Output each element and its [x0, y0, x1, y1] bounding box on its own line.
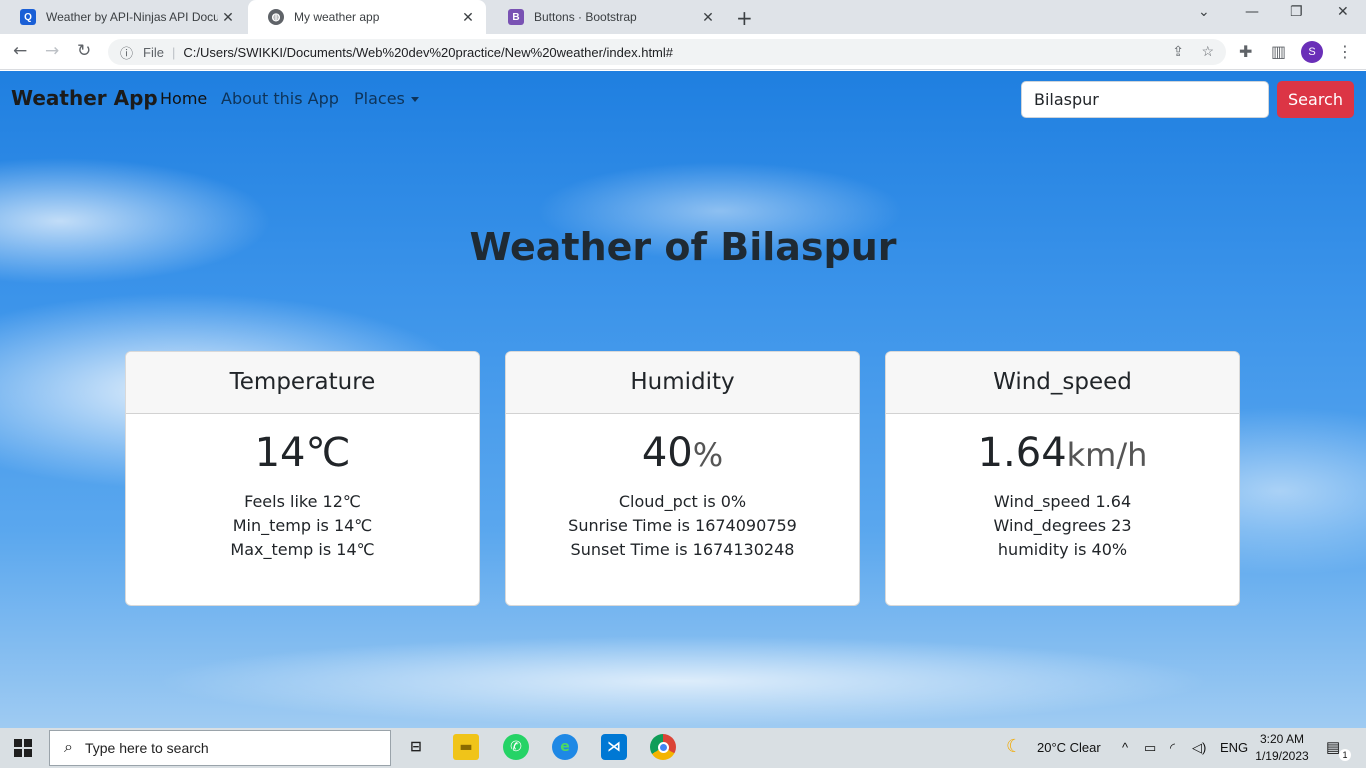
- tab-api-ninjas[interactable]: Q Weather by API-Ninjas API Docum ✕: [0, 0, 246, 34]
- navbar: Weather App Home About this App Places S…: [0, 71, 1366, 126]
- clock-date: 1/19/2023: [1255, 749, 1309, 763]
- back-icon[interactable]: ←: [13, 41, 27, 61]
- card-details: Wind_speed 1.64 Wind_degrees 23 humidity…: [886, 490, 1239, 562]
- search-button[interactable]: Search: [1277, 81, 1354, 118]
- chevron-up-icon[interactable]: ^: [1122, 740, 1128, 755]
- card-value: 14℃: [126, 430, 479, 476]
- clock-time: 3:20 AM: [1259, 732, 1305, 746]
- api-ninjas-icon: Q: [20, 9, 36, 25]
- notification-count-badge: 1: [1339, 749, 1351, 761]
- close-tab-icon[interactable]: ✕: [458, 9, 478, 26]
- search-icon: ⌕: [64, 739, 73, 756]
- wind-speed-value: 1.64: [977, 430, 1067, 476]
- close-window-icon[interactable]: ✕: [1337, 4, 1349, 20]
- address-bar-row: ← → ↻ ⓘ File | C:/Users/SWIKKI/Documents…: [0, 34, 1366, 70]
- minimize-icon[interactable]: —: [1245, 4, 1259, 20]
- profile-avatar[interactable]: S: [1301, 41, 1323, 63]
- chrome-center: [657, 741, 669, 753]
- nav-home[interactable]: Home: [160, 89, 207, 108]
- nav-about[interactable]: About this App: [221, 89, 339, 108]
- side-panel-icon[interactable]: ▥: [1271, 42, 1286, 61]
- wind-speed-unit: km/h: [1066, 436, 1148, 474]
- divider: |: [171, 44, 176, 60]
- taskbar: ⌕ Type here to search ⊟ ▬ ✆ e ⋊ ☾ 20°C C…: [0, 728, 1366, 768]
- share-icon[interactable]: ⇪: [1172, 43, 1184, 60]
- humidity-value: 40: [641, 430, 693, 476]
- reload-icon[interactable]: ↻: [77, 41, 91, 61]
- wifi-icon[interactable]: ◜: [1170, 740, 1175, 756]
- card-details: Cloud_pct is 0% Sunrise Time is 16740907…: [506, 490, 859, 562]
- tab-title: My weather app: [294, 10, 380, 24]
- tab-title: Buttons · Bootstrap: [534, 10, 637, 24]
- detail-line: Sunset Time is 1674130248: [570, 540, 795, 559]
- detail-line: Feels like 12℃: [244, 492, 361, 511]
- weather-page: Weather App Home About this App Places S…: [0, 71, 1366, 728]
- taskbar-search-placeholder: Type here to search: [84, 740, 209, 756]
- windows-start-icon[interactable]: [14, 739, 32, 757]
- moon-weather-icon[interactable]: ☾: [1006, 736, 1022, 757]
- edge-icon[interactable]: e: [552, 734, 578, 760]
- brand-logo[interactable]: Weather App: [11, 86, 158, 110]
- menu-icon[interactable]: ⋮: [1337, 42, 1353, 61]
- detail-line: Min_temp is 14℃: [232, 516, 373, 535]
- card-value: 40%: [506, 430, 859, 476]
- bookmark-star-icon[interactable]: ☆: [1201, 43, 1214, 60]
- extensions-icon[interactable]: ✚: [1239, 42, 1252, 61]
- vscode-icon[interactable]: ⋊: [601, 734, 627, 760]
- detail-line: Wind_speed 1.64: [993, 492, 1132, 511]
- city-search-input[interactable]: [1021, 81, 1269, 118]
- forward-icon[interactable]: →: [45, 41, 59, 61]
- tab-bootstrap[interactable]: B Buttons · Bootstrap ✕: [488, 0, 726, 34]
- nav-places-dropdown[interactable]: Places: [354, 89, 419, 108]
- humidity-unit: %: [692, 436, 724, 474]
- info-icon[interactable]: ⓘ: [120, 43, 133, 62]
- tab-title: Weather by API-Ninjas API Docum: [46, 10, 218, 24]
- url-text: C:/Users/SWIKKI/Documents/Web%20dev%20pr…: [183, 44, 673, 60]
- browser-tab-bar: Q Weather by API-Ninjas API Docum ✕ ◍ My…: [0, 0, 1366, 34]
- card-title: Wind_speed: [886, 352, 1239, 414]
- detail-line: humidity is 40%: [997, 540, 1128, 559]
- battery-icon[interactable]: ▭: [1144, 740, 1156, 756]
- detail-line: Wind_degrees 23: [993, 516, 1132, 535]
- card-value: 1.64km/h: [886, 430, 1239, 476]
- volume-icon[interactable]: ◁): [1192, 740, 1206, 756]
- bootstrap-icon: B: [508, 9, 524, 25]
- url-field[interactable]: ⓘ File | C:/Users/SWIKKI/Documents/Web%2…: [108, 39, 1226, 65]
- card-details: Feels like 12℃ Min_temp is 14℃ Max_temp …: [126, 490, 479, 562]
- task-view-icon[interactable]: ⊟: [403, 734, 429, 760]
- restore-icon[interactable]: ❐: [1290, 4, 1303, 20]
- language-indicator[interactable]: ENG: [1220, 740, 1248, 755]
- taskbar-search-box[interactable]: ⌕ Type here to search: [49, 730, 391, 766]
- caret-down-icon: [410, 97, 419, 102]
- detail-line: Max_temp is 14℃: [230, 540, 375, 559]
- chevron-down-icon[interactable]: ⌄: [1198, 4, 1210, 20]
- tab-my-weather-app[interactable]: ◍ My weather app ✕: [248, 0, 486, 34]
- humidity-card: Humidity 40% Cloud_pct is 0% Sunrise Tim…: [505, 351, 860, 606]
- chrome-icon[interactable]: [650, 734, 676, 760]
- file-explorer-icon[interactable]: ▬: [453, 734, 479, 760]
- card-title: Temperature: [126, 352, 479, 414]
- page-title: Weather of Bilaspur: [469, 225, 897, 269]
- temperature-card: Temperature 14℃ Feels like 12℃ Min_temp …: [125, 351, 480, 606]
- weather-widget[interactable]: 20°C Clear: [1037, 740, 1101, 755]
- card-title: Humidity: [506, 352, 859, 414]
- globe-icon: ◍: [268, 9, 284, 25]
- whatsapp-icon[interactable]: ✆: [503, 734, 529, 760]
- new-tab-icon[interactable]: +: [736, 6, 753, 30]
- detail-line: Sunrise Time is 1674090759: [568, 516, 797, 535]
- file-label: File: [143, 44, 164, 60]
- close-tab-icon[interactable]: ✕: [218, 9, 238, 26]
- wind-speed-card: Wind_speed 1.64km/h Wind_speed 1.64 Wind…: [885, 351, 1240, 606]
- close-tab-icon[interactable]: ✕: [698, 9, 718, 26]
- temperature-value: 14℃: [254, 430, 351, 476]
- clock[interactable]: 3:20 AM 1/19/2023: [1252, 731, 1312, 765]
- detail-line: Cloud_pct is 0%: [618, 492, 747, 511]
- nav-places-label: Places: [354, 89, 405, 108]
